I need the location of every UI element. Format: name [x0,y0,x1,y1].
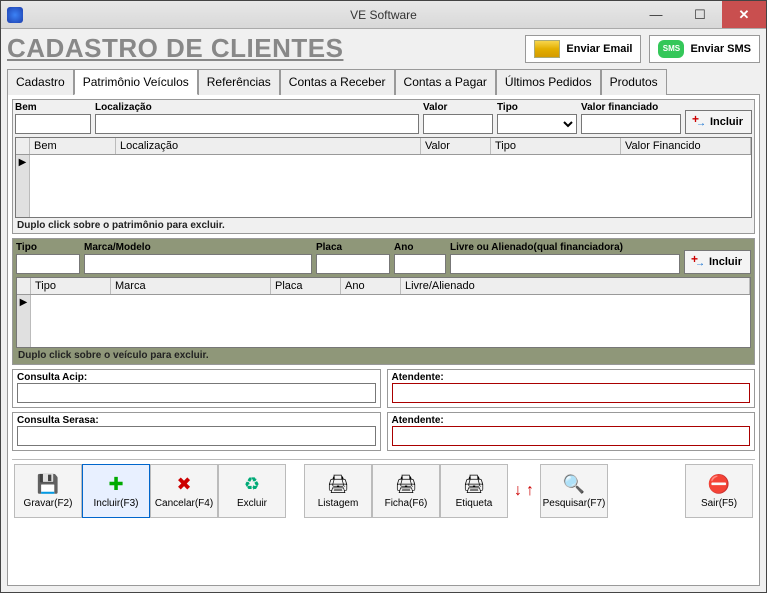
titlebar: VE Software — ☐ ✕ [1,1,766,29]
tab-cadastro[interactable]: Cadastro [7,69,74,95]
veiculo-form-group: Tipo Marca/Modelo Placa Ano [12,238,755,365]
label-atendente-2: Atendente: [392,415,751,426]
valor-financiado-input[interactable] [581,114,681,134]
printer-icon: 🖨 [325,474,351,496]
label-veic-tipo: Tipo [16,242,80,253]
pesquisar-button[interactable]: 🔍 Pesquisar(F7) [540,464,608,518]
add-icon: ✚ [103,474,129,496]
row-marker-icon: ▶ [16,155,30,217]
consulta-acip-input[interactable] [17,383,376,403]
label-placa: Placa [316,242,390,253]
label-consulta-serasa: Consulta Serasa: [17,415,376,426]
label-valor: Valor [423,102,493,113]
action-toolbar: 💾 Gravar(F2) ✚ Incluir(F3) ✖ Cancelar(F4… [12,459,755,520]
cancel-icon: ✖ [171,474,197,496]
consulta-serasa-input[interactable] [17,426,376,446]
ficha-button[interactable]: 🖨 Ficha(F6) [372,464,440,518]
label-atendente-1: Atendente: [392,372,751,383]
add-arrow-icon [693,256,705,268]
cancelar-button[interactable]: ✖ Cancelar(F4) [150,464,218,518]
row-marker-icon: ▶ [17,295,31,347]
tab-referencias[interactable]: Referências [198,69,280,95]
tab-produtos[interactable]: Produtos [601,69,667,95]
atendente-input-2[interactable] [392,426,751,446]
window-title: VE Software [350,8,417,22]
save-icon: 💾 [35,474,61,496]
label-ano: Ano [394,242,446,253]
atendente-input-1[interactable] [392,383,751,403]
sair-button[interactable]: ⛔ Sair(F5) [685,464,753,518]
label-localizacao: Localização [95,102,419,113]
search-icon: 🔍 [561,474,587,496]
send-email-button[interactable]: Enviar Email [525,35,641,63]
app-icon [7,7,23,23]
localizacao-input[interactable] [95,114,419,134]
page-title: CADASTRO DE CLIENTES [7,33,343,64]
tab-patrimonio-veiculos[interactable]: Patrimônio Veículos [74,69,198,95]
tab-contas-pagar[interactable]: Contas a Pagar [395,69,496,95]
close-button[interactable]: ✕ [722,1,766,28]
arrow-up-icon[interactable]: ↑ [526,482,534,500]
etiqueta-button[interactable]: 🖨 Etiqueta [440,464,508,518]
atendente-box-2: Atendente: [387,412,756,451]
app-window: VE Software — ☐ ✕ CADASTRO DE CLIENTES E… [0,0,767,593]
incluir-patrimonio-button[interactable]: Incluir [685,110,752,134]
ano-input[interactable] [394,254,446,274]
placa-input[interactable] [316,254,390,274]
tabs: Cadastro Patrimônio Veículos Referências… [7,68,760,95]
label-valor-financiado: Valor financiado [581,102,681,113]
label-marca-modelo: Marca/Modelo [84,242,312,253]
tab-contas-receber[interactable]: Contas a Receber [280,69,395,95]
livre-alienado-input[interactable] [450,254,680,274]
exit-icon: ⛔ [706,474,732,496]
bem-input[interactable] [15,114,91,134]
label-bem: Bem [15,102,91,113]
listagem-button[interactable]: 🖨 Listagem [304,464,372,518]
tab-ultimos-pedidos[interactable]: Últimos Pedidos [496,69,601,95]
printer-icon: 🖨 [461,474,487,496]
label-consulta-acip: Consulta Acip: [17,372,376,383]
incluir-veiculo-button[interactable]: Incluir [684,250,751,274]
consulta-serasa-box: Consulta Serasa: [12,412,381,451]
label-tipo: Tipo [497,102,577,113]
incluir-button[interactable]: ✚ Incluir(F3) [82,464,150,518]
label-livre-alienado: Livre ou Alienado(qual financiadora) [450,242,680,253]
veic-tipo-input[interactable] [16,254,80,274]
atendente-box-1: Atendente: [387,369,756,408]
envelope-icon [534,40,560,58]
veiculo-hint: Duplo click sobre o veículo para excluir… [16,348,751,361]
minimize-button[interactable]: — [634,1,678,28]
maximize-button[interactable]: ☐ [678,1,722,28]
patrimonio-grid[interactable]: Bem Localização Valor Tipo Valor Financi… [15,137,752,218]
excluir-button[interactable]: ♻ Excluir [218,464,286,518]
nav-arrows[interactable]: ↓ ↑ [508,464,540,518]
arrow-down-icon[interactable]: ↓ [514,482,522,500]
printer-icon: 🖨 [393,474,419,496]
valor-input[interactable] [423,114,493,134]
tipo-select[interactable] [497,114,577,134]
add-arrow-icon [694,116,706,128]
marca-modelo-input[interactable] [84,254,312,274]
sms-icon: SMS [658,40,684,58]
patrimonio-form-group: Bem Localização Valor Tipo [12,99,755,234]
veiculo-grid[interactable]: Tipo Marca Placa Ano Livre/Alienado ▶ [16,277,751,348]
delete-icon: ♻ [239,474,265,496]
send-sms-button[interactable]: SMS Enviar SMS [649,35,760,63]
consulta-acip-box: Consulta Acip: [12,369,381,408]
gravar-button[interactable]: 💾 Gravar(F2) [14,464,82,518]
patrimonio-hint: Duplo click sobre o patrimônio para excl… [15,218,752,231]
